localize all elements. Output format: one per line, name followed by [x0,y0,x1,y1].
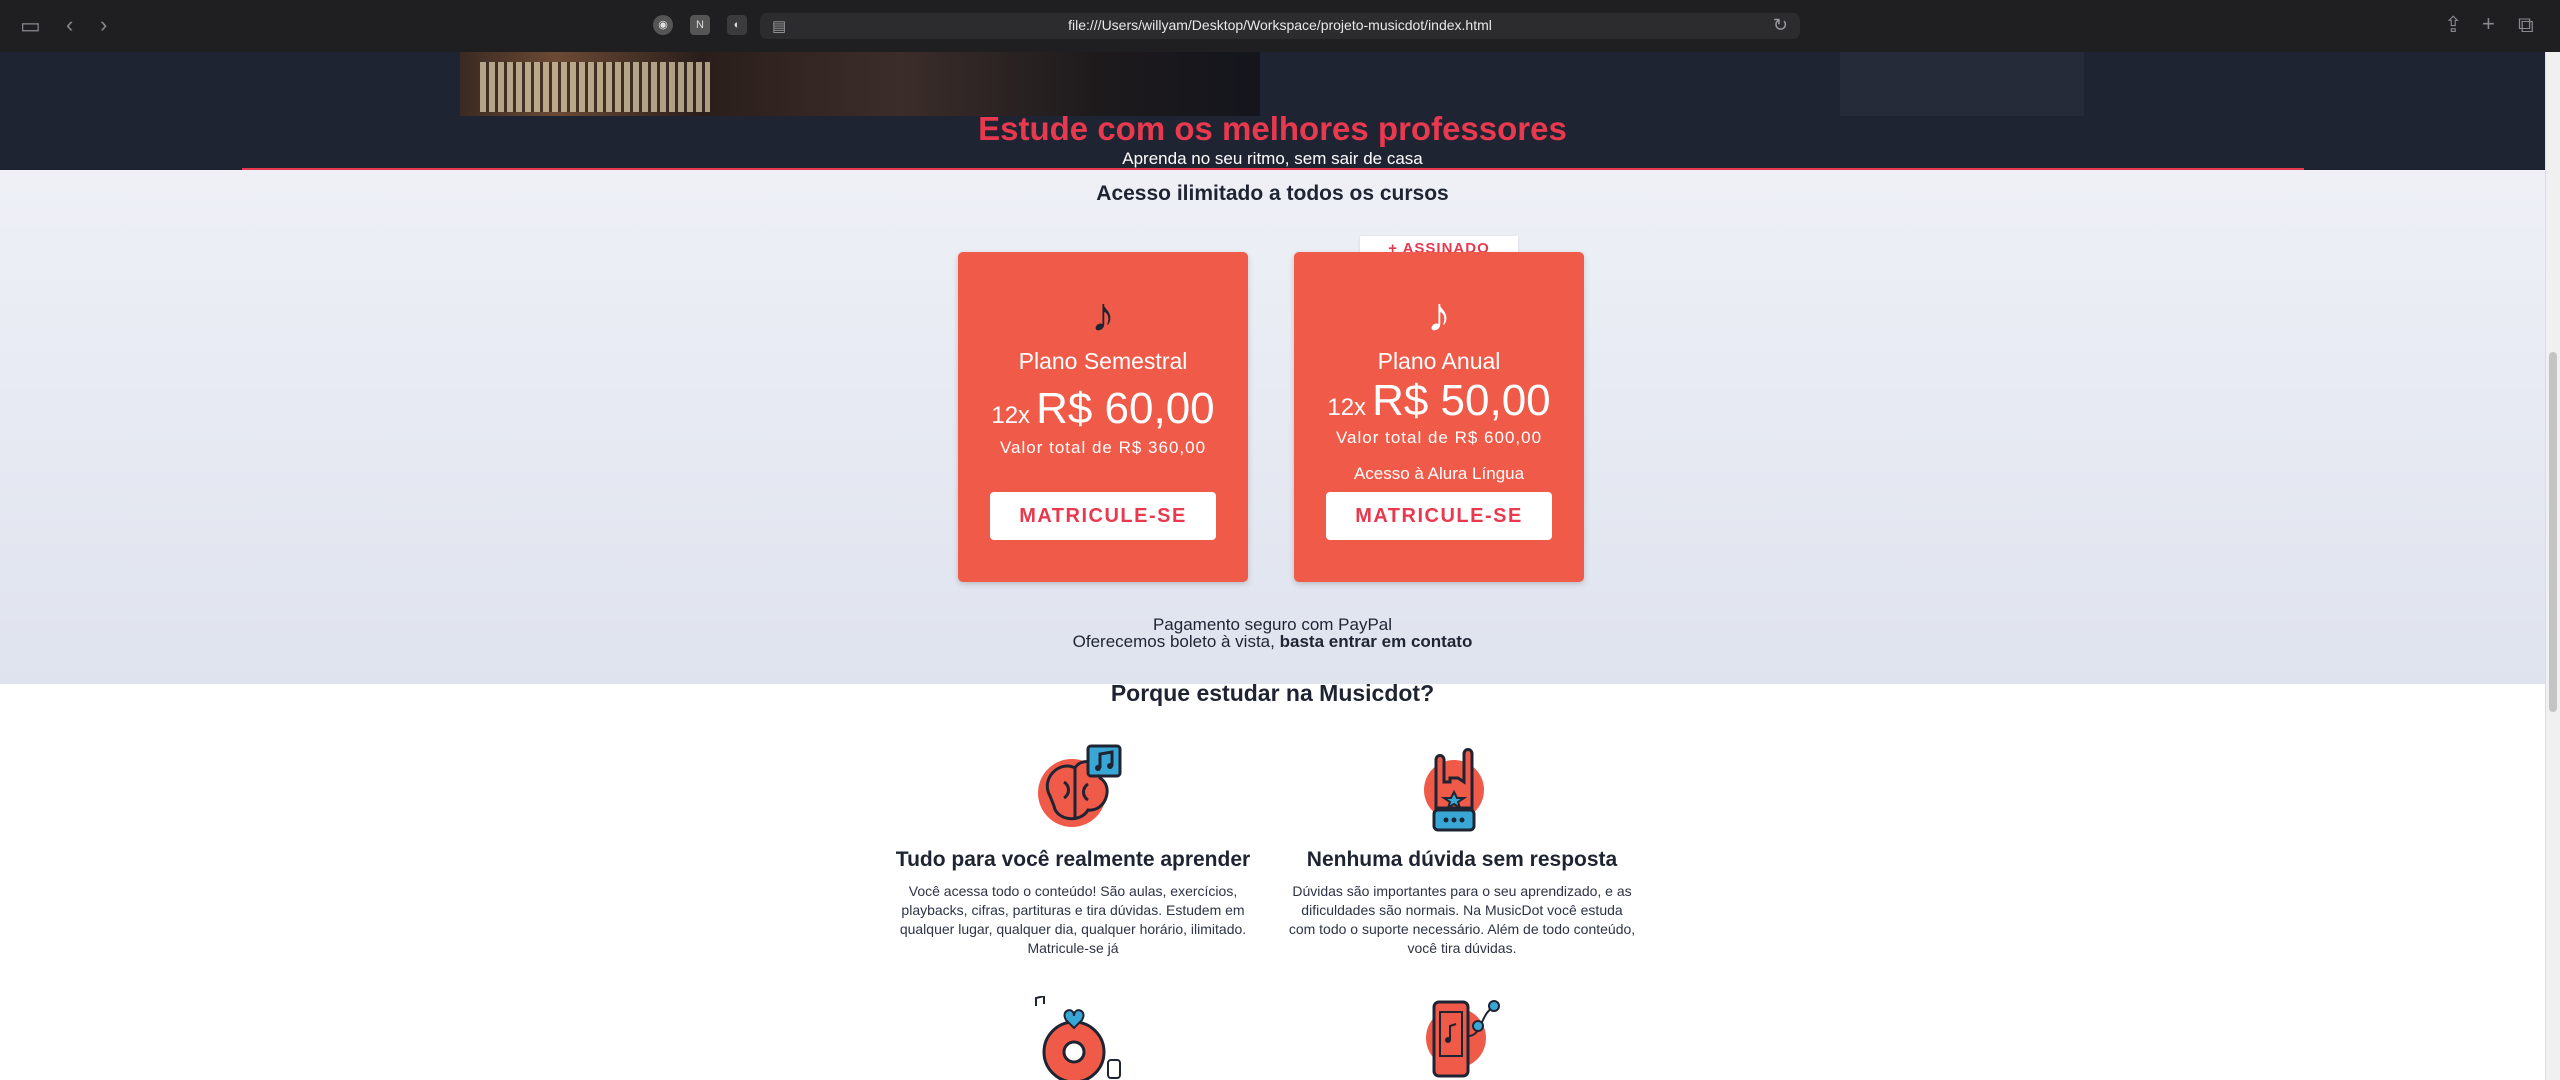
plan-name: Plano Anual [1377,348,1501,374]
plan-extra: Acesso à Alura Língua [1353,464,1525,483]
feature-text: Dúvidas são importantes para o seu apren… [1288,883,1636,956]
feature-title: Tudo para você realmente aprender [895,848,1251,871]
payment-info: Pagamento seguro com PayPal Oferecemos b… [0,616,2545,650]
plan-card-semestral: ♪ Plano Semestral 12x R$ 60,00 Valor tota… [958,252,1248,582]
feature-text: Você acessa todo o conteúdo! São aulas, … [899,883,1247,956]
music-note-icon: ♪ [1091,289,1115,342]
phone-music-icon [1412,996,1512,1080]
enroll-button[interactable]: MATRICULE-SE [1326,492,1552,540]
plan-installments: 12x [991,402,1031,429]
why-heading: Porque estudar na Musicdot? [1110,680,1435,706]
address-url: file:///Users/willyam/Desktop/Workspace/… [1068,17,1492,33]
forward-icon[interactable]: › [100,14,107,36]
sidebar-toggle-icon[interactable]: ▭ [20,15,41,37]
brain-music-icon [1030,738,1130,843]
tab-overview-icon[interactable]: ⧉ [2518,14,2534,36]
page-scrollbar[interactable] [2545,52,2560,1080]
reload-icon[interactable]: ↻ [1773,15,1788,36]
page-content: Estude com os melhores professores Apren… [0,52,2545,1080]
rock-hand-icon [1414,738,1494,843]
payment-line: Pagamento seguro com PayPal [1152,615,1393,634]
vinyl-music-icon [1030,994,1130,1080]
hero-image [460,52,1260,116]
scrollbar-thumb[interactable] [2549,352,2557,712]
hero-title: Estude com os melhores professores [978,110,1567,147]
hero-subtitle: Aprenda no seu ritmo, sem sair de casa [1122,149,1423,168]
feature-title: Nenhuma dúvida sem resposta [1306,848,1618,871]
plan-card-anual: ♪ Plano Anual 12x R$ 50,00 Valor total de… [1294,252,1584,582]
enroll-button[interactable]: MATRICULE-SE [990,492,1216,540]
plan-price: 12x R$ 50,00 [1294,376,1584,426]
boleto-line: Oferecemos boleto à vista, basta entrar … [0,633,2545,650]
contact-link[interactable]: basta entrar em contato [1280,632,1473,651]
browser-toolbar: ▭ ‹ › ◉ N ◐ ▤ file:///Users/willyam/Desk… [0,0,2560,53]
plan-name: Plano Semestral [1018,348,1188,374]
share-icon[interactable]: ⇪ [2444,14,2462,36]
plan-price-value: R$ 50,00 [1372,376,1551,425]
shield-extension-icon[interactable]: ◐ [727,15,747,35]
new-tab-icon[interactable]: + [2482,13,2495,35]
hero-section: Estude com os melhores professores Apren… [0,52,2545,171]
plan-price: 12x R$ 60,00 [958,384,1248,434]
hero-decoration [1840,52,2084,116]
plan-installments: 12x [1327,394,1367,421]
plans-heading: Acesso ilimitado a todos os cursos [1096,182,1449,205]
back-icon[interactable]: ‹ [66,14,73,36]
music-note-icon: ♪ [1427,289,1451,342]
plan-total: Valor total de R$ 360,00 [999,438,1207,457]
notion-extension-icon[interactable]: N [690,15,710,35]
extension-icon[interactable]: ◉ [653,15,673,35]
plan-total: Valor total de R$ 600,00 [1335,428,1543,447]
plans-section: Acesso ilimitado a todos os cursos ♪ Pla… [0,170,2545,684]
plan-price-value: R$ 60,00 [1036,384,1215,433]
address-bar[interactable]: ▤ file:///Users/willyam/Desktop/Workspac… [760,13,1800,39]
boleto-text: Oferecemos boleto à vista, [1072,632,1275,651]
